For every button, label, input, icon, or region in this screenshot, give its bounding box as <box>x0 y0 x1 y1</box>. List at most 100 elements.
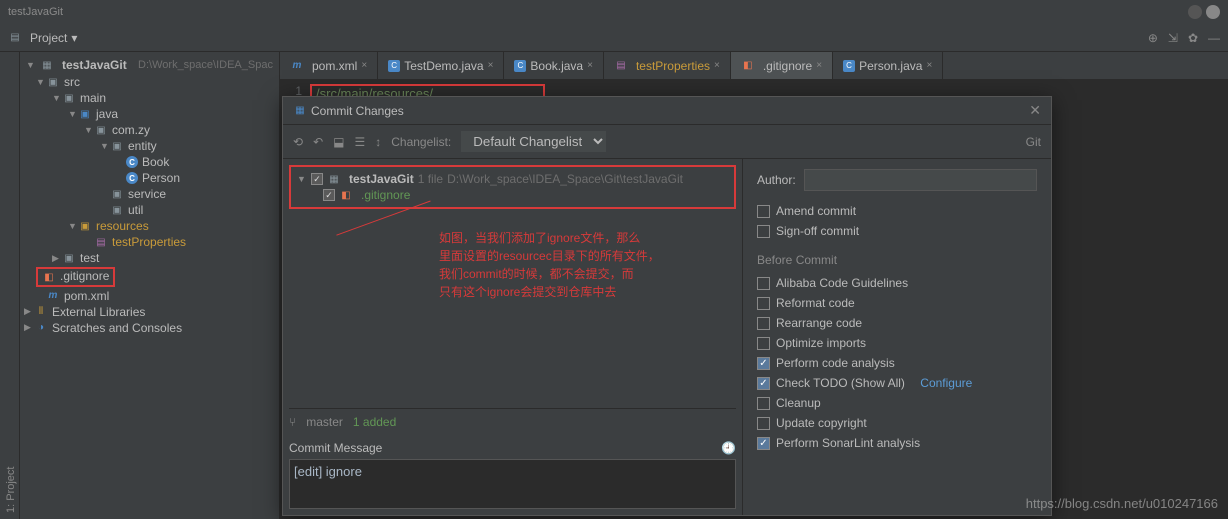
tab-book[interactable]: CBook.java× <box>504 52 604 79</box>
collapse-icon[interactable]: ⇲ <box>1168 31 1178 45</box>
checkbox[interactable] <box>757 277 770 290</box>
checkbox[interactable] <box>757 297 770 310</box>
change-file-gitignore[interactable]: ◧ .gitignore <box>295 187 730 203</box>
tree-root[interactable]: ▼▦ testJavaGit D:\Work_space\IDEA_Spac <box>20 56 279 74</box>
minimize-button[interactable] <box>1188 5 1202 19</box>
group-icon[interactable]: ☰ <box>354 135 365 149</box>
properties-icon: ▤ <box>94 235 108 249</box>
tab-pom[interactable]: mpom.xml× <box>280 52 378 79</box>
checkbox[interactable] <box>757 205 770 218</box>
sonarlint-row[interactable]: Perform SonarLint analysis <box>757 433 1037 453</box>
refresh-icon[interactable]: ⟲ <box>293 135 303 149</box>
class-icon: C <box>126 172 138 184</box>
tree-book[interactable]: CBook <box>20 154 279 170</box>
close-icon[interactable]: × <box>714 60 720 71</box>
tree-service[interactable]: ▣service <box>20 186 279 202</box>
tab-testdemo[interactable]: CTestDemo.java× <box>378 52 504 79</box>
optimize-row[interactable]: Optimize imports <box>757 333 1037 353</box>
checkbox[interactable] <box>311 173 323 185</box>
package-icon: ▣ <box>94 123 108 137</box>
author-row: Author: <box>757 169 1037 191</box>
checkbox[interactable] <box>757 417 770 430</box>
close-icon[interactable]: × <box>587 60 593 71</box>
copyright-row[interactable]: Update copyright <box>757 413 1037 433</box>
checkbox[interactable] <box>757 225 770 238</box>
revert-icon[interactable]: ↶ <box>313 135 323 149</box>
change-root[interactable]: ▼ ▦ testJavaGit 1 file D:\Work_space\IDE… <box>295 171 730 187</box>
tab-gitignore[interactable]: ◧.gitignore× <box>731 52 833 79</box>
locate-icon[interactable]: ⊕ <box>1148 31 1158 45</box>
reformat-row[interactable]: Reformat code <box>757 293 1037 313</box>
checkbox[interactable] <box>757 337 770 350</box>
amend-row[interactable]: Amend commit <box>757 201 1037 221</box>
tree-gitignore[interactable]: ◧.gitignore <box>20 266 279 288</box>
tree-test[interactable]: ▶▣test <box>20 250 279 266</box>
toolbar-actions: ⊕ ⇲ ✿ — <box>1148 31 1220 45</box>
package-icon: ▣ <box>110 203 124 217</box>
todo-row[interactable]: Check TODO (Show All) Configure <box>757 373 1037 393</box>
dropdown-icon: ▾ <box>71 31 77 45</box>
hide-icon[interactable]: — <box>1208 31 1220 45</box>
rearrange-row[interactable]: Rearrange code <box>757 313 1037 333</box>
checkbox[interactable] <box>757 397 770 410</box>
project-toolbar: ▤ Project ▾ ⊕ ⇲ ✿ — <box>0 24 1228 52</box>
checkbox[interactable] <box>757 377 770 390</box>
commit-message-label: Commit Message 🕘 <box>289 435 736 459</box>
sidetab-project[interactable]: 1: Project <box>5 58 17 513</box>
tree-resources[interactable]: ▼▣resources <box>20 218 279 234</box>
close-icon[interactable]: × <box>926 60 932 71</box>
checkbox[interactable] <box>323 189 335 201</box>
tree-external-libs[interactable]: ▶⫴External Libraries <box>20 304 279 320</box>
window-title: testJavaGit <box>8 6 63 18</box>
close-icon[interactable]: × <box>816 60 822 71</box>
close-icon[interactable]: × <box>361 60 367 71</box>
close-icon[interactable]: × <box>488 60 494 71</box>
dialog-titlebar[interactable]: ▦ Commit Changes ✕ <box>283 97 1051 125</box>
tree-main[interactable]: ▼▣main <box>20 90 279 106</box>
changelist-select[interactable]: Default Changelist <box>461 131 606 152</box>
project-tree-panel: ▼▦ testJavaGit D:\Work_space\IDEA_Spac ▼… <box>20 52 280 519</box>
commit-message-input[interactable]: [edit] ignore <box>289 459 736 509</box>
tree-scratches[interactable]: ▶◑Scratches and Consoles <box>20 320 279 336</box>
dialog-close-button[interactable]: ✕ <box>1029 102 1041 119</box>
configure-link[interactable]: Configure <box>920 376 972 390</box>
cleanup-row[interactable]: Cleanup <box>757 393 1037 413</box>
tree-testprops[interactable]: ▤testProperties <box>20 234 279 250</box>
package-icon: ▣ <box>110 187 124 201</box>
resources-icon: ▣ <box>78 219 92 233</box>
project-tree[interactable]: ▼▦ testJavaGit D:\Work_space\IDEA_Spac ▼… <box>20 52 279 340</box>
tab-person[interactable]: CPerson.java× <box>833 52 943 79</box>
changes-panel: ▼ ▦ testJavaGit 1 file D:\Work_space\IDE… <box>283 159 743 515</box>
settings-icon[interactable]: ✿ <box>1188 31 1198 45</box>
module-icon: ▦ <box>327 172 341 186</box>
close-button[interactable] <box>1206 5 1220 19</box>
before-commit-label: Before Commit <box>757 253 1037 267</box>
watermark: https://blog.csdn.net/u010247166 <box>1026 496 1218 511</box>
analysis-row[interactable]: Perform code analysis <box>757 353 1037 373</box>
tab-testprops[interactable]: ▤testProperties× <box>604 52 731 79</box>
expand-icon[interactable]: ↕ <box>375 135 381 149</box>
editor-tabs: mpom.xml× CTestDemo.java× CBook.java× ▤t… <box>280 52 1228 80</box>
module-icon: ▦ <box>40 58 54 72</box>
checkbox[interactable] <box>757 357 770 370</box>
folder-icon: ▣ <box>46 75 60 89</box>
tree-src[interactable]: ▼▣src <box>20 74 279 90</box>
project-tool-label[interactable]: ▤ Project ▾ <box>8 31 77 45</box>
signoff-row[interactable]: Sign-off commit <box>757 221 1037 241</box>
author-input[interactable] <box>804 169 1037 191</box>
alibaba-row[interactable]: Alibaba Code Guidelines <box>757 273 1037 293</box>
dialog-body: ▼ ▦ testJavaGit 1 file D:\Work_space\IDE… <box>283 159 1051 515</box>
tree-java[interactable]: ▼▣java <box>20 106 279 122</box>
tree-pom[interactable]: mpom.xml <box>20 288 279 304</box>
checkbox[interactable] <box>757 317 770 330</box>
maven-icon: m <box>46 289 60 303</box>
tree-package[interactable]: ▼▣com.zy <box>20 122 279 138</box>
tree-person[interactable]: CPerson <box>20 170 279 186</box>
changelist-label: Changelist: <box>391 135 451 149</box>
checkbox[interactable] <box>757 437 770 450</box>
tree-util[interactable]: ▣util <box>20 202 279 218</box>
history-icon[interactable]: 🕘 <box>721 441 736 455</box>
tree-entity[interactable]: ▼▣entity <box>20 138 279 154</box>
diff-icon[interactable]: ⬓ <box>333 135 344 149</box>
changes-tree[interactable]: ▼ ▦ testJavaGit 1 file D:\Work_space\IDE… <box>289 165 736 209</box>
